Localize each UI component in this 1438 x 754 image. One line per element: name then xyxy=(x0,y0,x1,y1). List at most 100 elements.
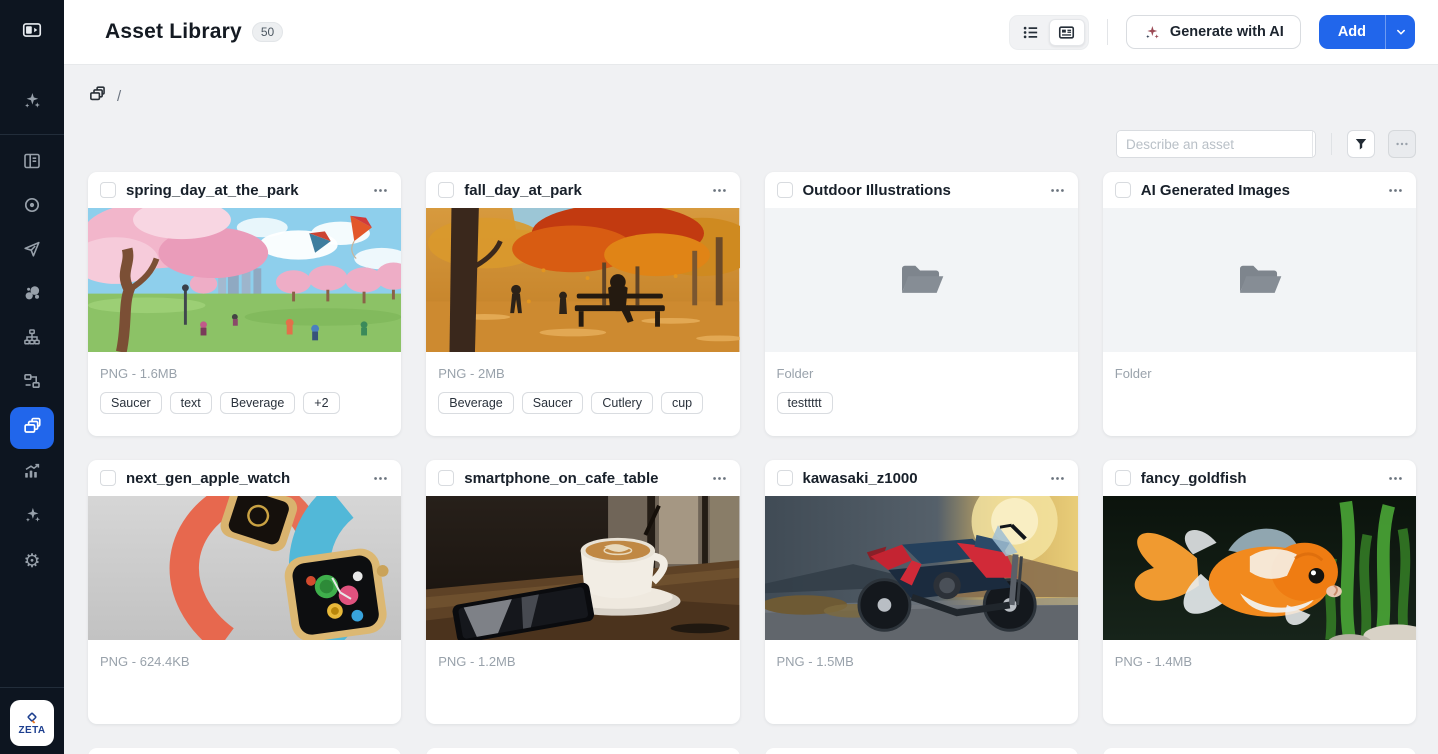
search-input[interactable] xyxy=(1117,131,1312,157)
card-menu-button[interactable] xyxy=(711,182,728,199)
list-view-button[interactable] xyxy=(1013,19,1049,46)
filter-button[interactable] xyxy=(1347,130,1375,158)
card-thumbnail[interactable] xyxy=(1103,208,1416,352)
target-icon xyxy=(22,195,42,220)
generate-with-ai-button[interactable]: Generate with AI xyxy=(1126,15,1301,49)
card-meta: PNG - 1.4MB xyxy=(1115,654,1404,669)
breadcrumb-root-icon[interactable] xyxy=(88,84,107,108)
card-meta: PNG - 624.4KB xyxy=(100,654,389,669)
search-box xyxy=(1116,130,1316,158)
more-options-button[interactable] xyxy=(1388,130,1416,158)
asset-card-partial[interactable] xyxy=(1103,748,1416,754)
sidebar-item-dashboard[interactable] xyxy=(12,143,52,183)
tag[interactable]: testtttt xyxy=(777,392,833,414)
view-toggle xyxy=(1009,15,1089,50)
card-meta: PNG - 1.2MB xyxy=(438,654,727,669)
card-checkbox[interactable] xyxy=(438,182,454,198)
sidebar-item-ai-tools[interactable] xyxy=(12,497,52,537)
add-dropdown-button[interactable] xyxy=(1385,15,1415,49)
card-tags: testtttt xyxy=(777,392,1066,414)
card-meta: PNG - 2MB xyxy=(438,366,727,381)
sidebar-item-targeting[interactable] xyxy=(12,187,52,227)
card-title: fancy_goldfish xyxy=(1141,470,1377,487)
card-menu-button[interactable] xyxy=(1049,470,1066,487)
card-meta: Folder xyxy=(777,366,1066,381)
card-thumbnail[interactable] xyxy=(426,208,739,352)
tag[interactable]: Saucer xyxy=(100,392,162,414)
card-menu-button[interactable] xyxy=(711,470,728,487)
asset-card[interactable]: Outdoor Illustrations Folder testtttt xyxy=(765,172,1078,436)
tag[interactable]: Saucer xyxy=(522,392,584,414)
zeta-logo[interactable]: ZETA xyxy=(10,700,54,746)
sidebar-item-journeys[interactable] xyxy=(12,363,52,403)
card-checkbox[interactable] xyxy=(100,470,116,486)
spring-park-image xyxy=(88,208,401,352)
sidebar-item-hierarchy[interactable] xyxy=(12,319,52,359)
card-menu-button[interactable] xyxy=(1387,470,1404,487)
topbar-divider xyxy=(1107,19,1108,45)
card-thumbnail[interactable] xyxy=(765,208,1078,352)
card-menu-button[interactable] xyxy=(372,470,389,487)
search-button[interactable] xyxy=(1312,131,1316,157)
asset-card[interactable]: next_gen_apple_watch PNG - 624.4KB xyxy=(88,460,401,724)
card-checkbox[interactable] xyxy=(438,470,454,486)
sidebar-item-campaigns[interactable] xyxy=(12,231,52,271)
panel-toggle-icon xyxy=(21,19,43,46)
sidebar-item-asset-library[interactable] xyxy=(10,407,54,449)
card-thumbnail[interactable] xyxy=(88,496,401,640)
card-thumbnail[interactable] xyxy=(1103,496,1416,640)
sidebar-item-analytics[interactable] xyxy=(12,453,52,493)
tag[interactable]: text xyxy=(170,392,212,414)
gallery-view-button[interactable] xyxy=(1049,19,1085,46)
card-title: Outdoor Illustrations xyxy=(803,182,1039,199)
list-view-icon xyxy=(1021,23,1040,42)
card-checkbox[interactable] xyxy=(777,182,793,198)
asset-card-partial[interactable] xyxy=(765,748,1078,754)
asset-card[interactable]: AI Generated Images Folder xyxy=(1103,172,1416,436)
workflow-icon xyxy=(22,371,42,396)
asset-card[interactable]: smartphone_on_cafe_table PNG - 1.2MB xyxy=(426,460,739,724)
card-title: AI Generated Images xyxy=(1141,182,1377,199)
card-thumbnail[interactable] xyxy=(88,208,401,352)
card-title: smartphone_on_cafe_table xyxy=(464,470,700,487)
card-menu-button[interactable] xyxy=(1049,182,1066,199)
card-checkbox[interactable] xyxy=(1115,182,1131,198)
send-icon xyxy=(22,239,42,264)
asset-card[interactable]: kawasaki_z1000 PNG - 1.5MB xyxy=(765,460,1078,724)
sidebar-item-ai-assistant[interactable] xyxy=(12,82,52,122)
apple-watch-image xyxy=(88,496,401,640)
tag[interactable]: Beverage xyxy=(438,392,514,414)
add-button-group: Add xyxy=(1319,15,1415,49)
ellipsis-icon xyxy=(1049,182,1066,199)
asset-card[interactable]: spring_day_at_the_park PNG - 1.6MB Sauce… xyxy=(88,172,401,436)
card-checkbox[interactable] xyxy=(777,470,793,486)
add-button[interactable]: Add xyxy=(1319,15,1385,49)
tag[interactable]: Beverage xyxy=(220,392,296,414)
asset-card[interactable]: fancy_goldfish PNG - 1.4MB xyxy=(1103,460,1416,724)
sidebar-item-audiences[interactable] xyxy=(12,275,52,315)
card-checkbox[interactable] xyxy=(1115,470,1131,486)
asset-card[interactable]: fall_day_at_park PNG - 2MB BeverageSauce… xyxy=(426,172,739,436)
sidebar-item-settings[interactable]: ⚙ xyxy=(12,541,52,581)
funnel-icon xyxy=(1353,136,1369,152)
topbar: Asset Library 50 Generate with AI Add xyxy=(64,0,1438,65)
asset-card-partial[interactable] xyxy=(426,748,739,754)
tag[interactable]: Cutlery xyxy=(591,392,653,414)
app-logo-button[interactable] xyxy=(0,0,64,64)
card-menu-button[interactable] xyxy=(1387,182,1404,199)
card-header: next_gen_apple_watch xyxy=(88,460,401,496)
card-meta: Folder xyxy=(1115,366,1404,381)
asset-card-partial[interactable] xyxy=(88,748,401,754)
card-thumbnail[interactable] xyxy=(765,496,1078,640)
tag[interactable]: cup xyxy=(661,392,703,414)
search-toolbar xyxy=(88,130,1416,158)
card-header: kawasaki_z1000 xyxy=(765,460,1078,496)
card-meta: PNG - 1.6MB xyxy=(100,366,389,381)
tag[interactable]: +2 xyxy=(303,392,339,414)
card-thumbnail[interactable] xyxy=(426,496,739,640)
sparkles-icon xyxy=(23,505,42,529)
card-title: kawasaki_z1000 xyxy=(803,470,1039,487)
card-checkbox[interactable] xyxy=(100,182,116,198)
ellipsis-icon xyxy=(1394,136,1410,152)
card-menu-button[interactable] xyxy=(372,182,389,199)
